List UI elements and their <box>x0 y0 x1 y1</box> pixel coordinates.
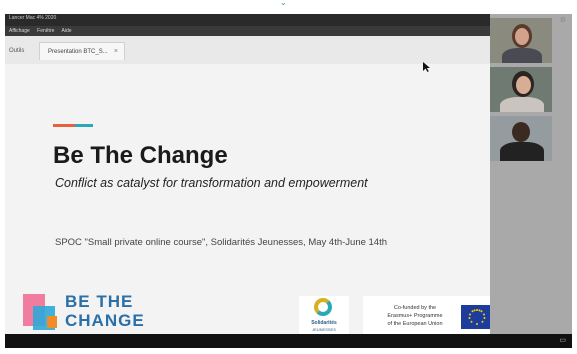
tab-outils[interactable]: Outils <box>9 42 24 60</box>
video-call-frame: Lancer Mac 4% 2020 Affichage Fenêtre Aid… <box>5 14 572 348</box>
participant-body <box>500 142 544 161</box>
solidarites-sub: JEUNESSES <box>312 327 336 332</box>
accent-bar-orange <box>53 124 75 127</box>
eu-flag-icon <box>461 305 493 329</box>
tab-presentation-label: Presentation BTC_S... <box>48 49 108 55</box>
app-logo-icon: ⌄ <box>280 0 287 7</box>
mouse-pointer-icon <box>423 62 431 74</box>
participant-face <box>516 76 531 94</box>
logo-shape-orange <box>47 316 57 328</box>
logo-text-line2: CHANGE <box>65 311 145 330</box>
accent-bar-teal <box>75 124 93 127</box>
slide-title: Be The Change <box>53 142 228 169</box>
window-title: Lancer Mac 4% 2020 <box>9 15 57 21</box>
menu-item-affichage[interactable]: Affichage <box>9 28 30 34</box>
solidarites-emblem-icon <box>314 298 332 316</box>
tab-bar: Outils Presentation BTC_S... × <box>5 36 490 65</box>
participants-panel: ⚙ <box>490 14 572 348</box>
participant-video-3[interactable] <box>490 116 552 161</box>
participant-body <box>502 48 542 63</box>
menu-item-aide[interactable]: Aide <box>62 28 72 34</box>
participant-face <box>515 28 529 45</box>
participant-body <box>500 97 544 112</box>
eu-text-line3: of the European Union <box>387 321 443 327</box>
screen-icon[interactable]: ▭ <box>559 336 566 344</box>
menu-item-fenetre[interactable]: Fenêtre <box>37 28 54 34</box>
logo-text-line1: BE THE <box>65 292 134 311</box>
settings-icon[interactable]: ⚙ <box>560 16 566 24</box>
eu-text-line1: Co-funded by the <box>393 305 437 311</box>
slide-subtitle: Conflict as catalyst for transformation … <box>55 176 368 190</box>
participant-video-1[interactable] <box>490 18 552 63</box>
close-icon[interactable]: × <box>114 43 118 61</box>
window-titlebar: Lancer Mac 4% 2020 <box>5 14 490 26</box>
slide: Be The Change Conflict as catalyst for t… <box>5 64 499 348</box>
accent-bar <box>53 124 93 127</box>
menubar: Affichage Fenêtre Aide <box>5 26 490 36</box>
eu-text-line2: Erasmus+ Programme <box>387 313 443 319</box>
solidarites-name: Solidarités <box>311 320 337 326</box>
participant-video-2[interactable] <box>490 67 552 112</box>
participant-face <box>512 122 530 142</box>
eu-stars-icon <box>468 309 486 325</box>
tab-presentation[interactable]: Presentation BTC_S... × <box>39 42 125 60</box>
bottom-bar: ▭ <box>5 334 572 348</box>
course-info: SPOC "Small private online course", Soli… <box>55 237 388 248</box>
